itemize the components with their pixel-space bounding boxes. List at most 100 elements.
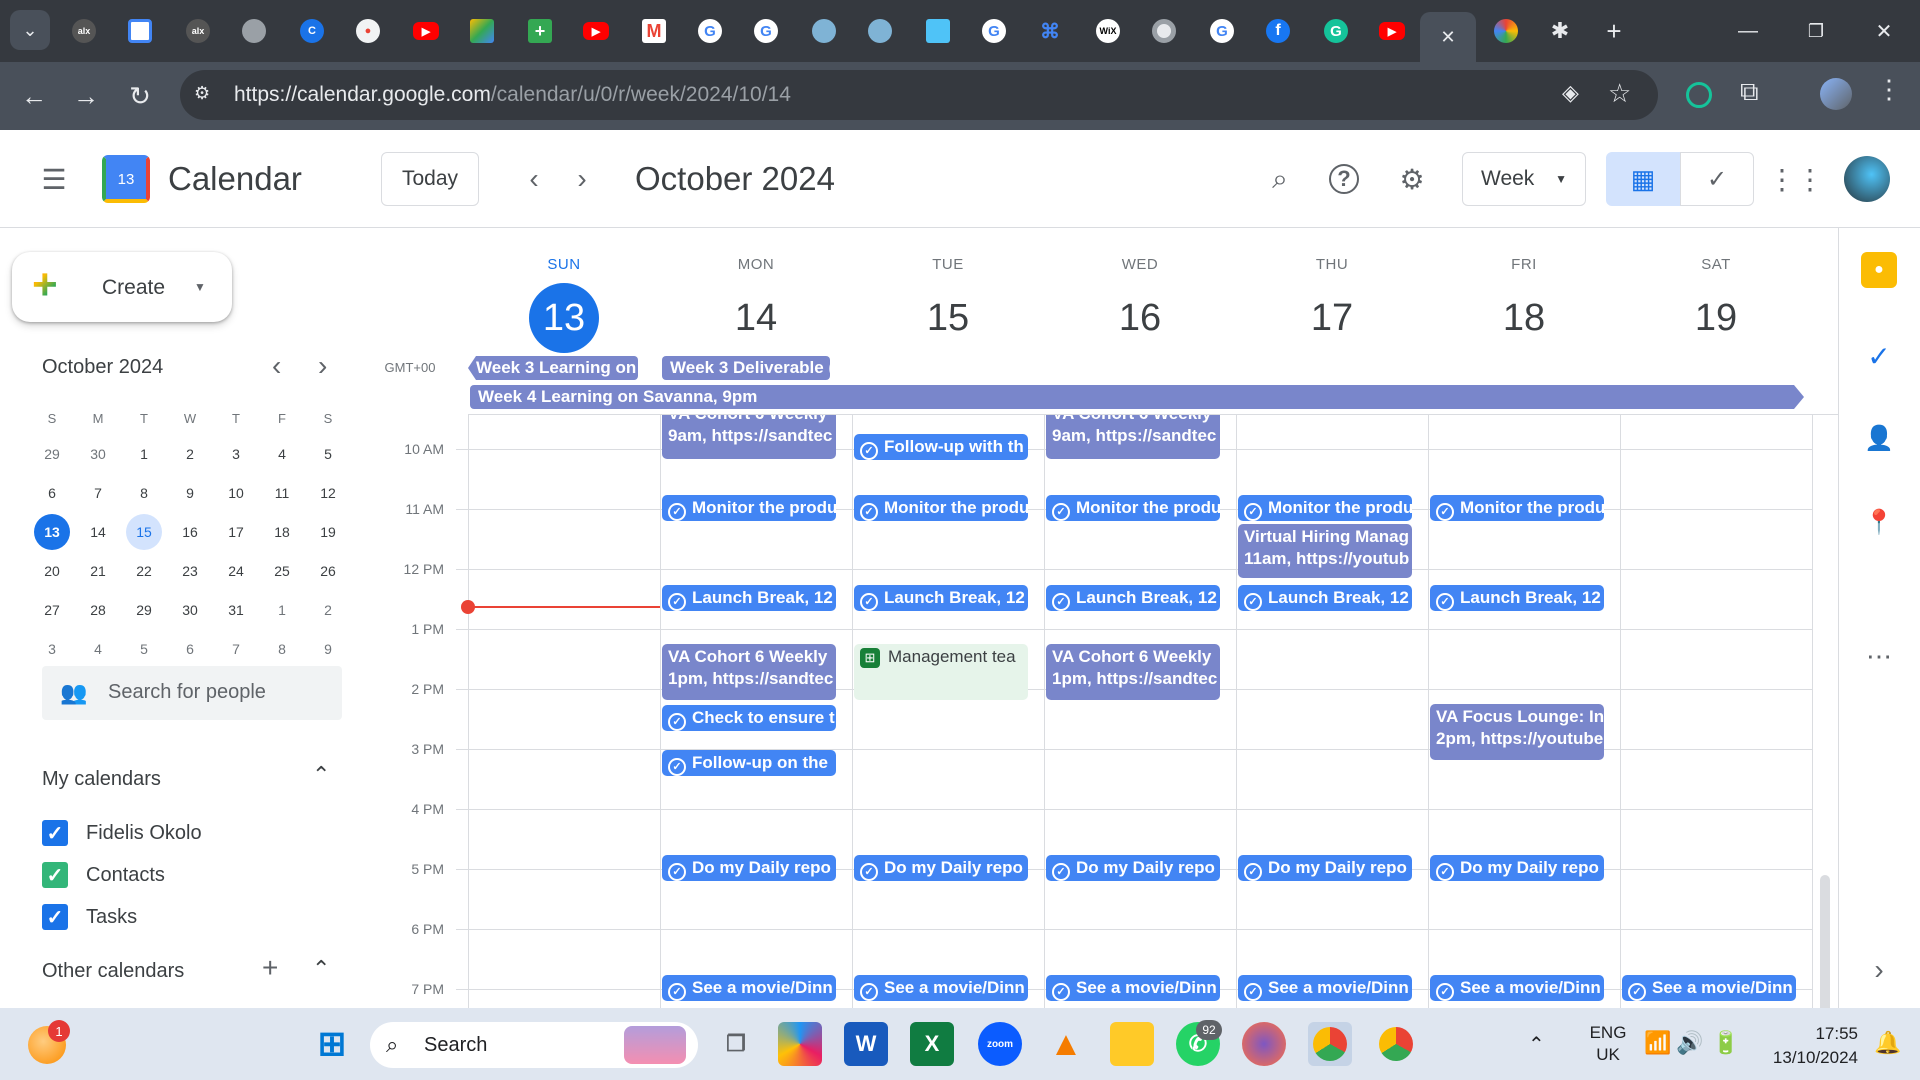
- event-va-cohort-9am[interactable]: VA Cohort 6 Weekly 9am, https://sandtec: [1046, 415, 1220, 459]
- tab-youtube-1[interactable]: ▶: [406, 12, 446, 50]
- allday-event-week3-learning[interactable]: Week 3 Learning on: [468, 356, 638, 380]
- tab-cluster[interactable]: ⌘: [1030, 12, 1070, 50]
- tab-youtube-3[interactable]: ▶: [1372, 12, 1412, 50]
- mini-calendar-day[interactable]: 21: [80, 553, 116, 589]
- lens-icon[interactable]: ◈: [1562, 80, 1579, 106]
- task-view-icon[interactable]: ❐: [714, 1022, 758, 1066]
- collapse-other-calendars-icon[interactable]: ⌃: [312, 956, 330, 982]
- mini-calendar-day[interactable]: 18: [264, 514, 300, 550]
- mini-calendar-day[interactable]: 27: [34, 592, 70, 628]
- day-header[interactable]: FRI 18: [1428, 228, 1620, 353]
- mini-calendar-day[interactable]: 31: [218, 592, 254, 628]
- mini-calendar-day[interactable]: 6: [172, 631, 208, 667]
- tab-google-3[interactable]: G: [974, 12, 1014, 50]
- close-tab-icon[interactable]: ✕: [1440, 27, 1455, 48]
- mini-calendar-day[interactable]: 9: [172, 475, 208, 511]
- tab-sheets[interactable]: +: [520, 12, 560, 50]
- volume-icon[interactable]: 🔊: [1676, 1030, 1703, 1056]
- task-check-ensure[interactable]: ✓ Check to ensure t: [662, 705, 836, 731]
- back-button[interactable]: ←: [12, 74, 56, 118]
- mini-calendar-day[interactable]: 20: [34, 553, 70, 589]
- mini-calendar-day[interactable]: 1: [126, 436, 162, 472]
- chrome-taskbar-2[interactable]: [1374, 1022, 1418, 1066]
- task-see-movie[interactable]: ✓ See a movie/Dinn: [1622, 975, 1796, 1001]
- mini-calendar-day[interactable]: 5: [310, 436, 346, 472]
- mini-prev-month-button[interactable]: ‹: [272, 350, 281, 382]
- forward-button[interactable]: →: [64, 74, 108, 118]
- tab-grammarly[interactable]: G: [1316, 12, 1356, 50]
- tab-google-2[interactable]: G: [746, 12, 786, 50]
- tasks-icon[interactable]: ✓: [1861, 338, 1897, 374]
- battery-icon[interactable]: 🔋: [1712, 1030, 1739, 1056]
- day-header[interactable]: THU 17: [1236, 228, 1428, 353]
- show-hidden-icons[interactable]: ⌃: [1528, 1032, 1545, 1057]
- task-see-movie[interactable]: ✓ See a movie/Dinn: [662, 975, 836, 1001]
- view-select[interactable]: Week ▼: [1462, 152, 1586, 206]
- mini-calendar-day[interactable]: 4: [80, 631, 116, 667]
- task-launch-break[interactable]: ✓ Launch Break, 12: [854, 585, 1028, 611]
- extensions-puzzle-icon[interactable]: ⧉: [1740, 76, 1759, 108]
- day-number[interactable]: 17: [1297, 283, 1367, 353]
- mini-calendar-day[interactable]: 9: [310, 631, 346, 667]
- grid-scrollbar[interactable]: [1820, 875, 1830, 1008]
- task-monitor-product[interactable]: ✓ Monitor the produ: [662, 495, 836, 521]
- mini-calendar-day[interactable]: 12: [310, 475, 346, 511]
- task-see-movie[interactable]: ✓ See a movie/Dinn: [854, 975, 1028, 1001]
- new-tab-button[interactable]: +: [1594, 12, 1634, 50]
- tab-dots[interactable]: ●: [348, 12, 388, 50]
- windows-start-icon[interactable]: ⊞: [310, 1022, 354, 1066]
- reload-button[interactable]: ↻: [118, 74, 162, 118]
- settings-button[interactable]: ⚙: [1388, 155, 1436, 203]
- notifications-bell-icon[interactable]: 🔔: [1874, 1030, 1901, 1056]
- clock[interactable]: 17:55 13/10/2024: [1746, 1022, 1858, 1070]
- mini-calendar-day[interactable]: 11: [264, 475, 300, 511]
- mini-calendar-day[interactable]: 7: [218, 631, 254, 667]
- tab-drive[interactable]: [462, 12, 502, 50]
- task-daily-report[interactable]: ✓ Do my Daily repo: [1238, 855, 1412, 881]
- event-va-cohort-1pm[interactable]: VA Cohort 6 Weekly 1pm, https://sandtec: [1046, 644, 1220, 700]
- mini-calendar-day[interactable]: 5: [126, 631, 162, 667]
- browser-menu-icon[interactable]: ⋮: [1876, 74, 1902, 105]
- search-people-field[interactable]: 👥 Search for people: [42, 666, 342, 720]
- mini-calendar-day[interactable]: 30: [172, 592, 208, 628]
- calendar-list-item[interactable]: ✓ Fidelis Okolo: [42, 820, 202, 846]
- profile-avatar[interactable]: [1820, 78, 1852, 110]
- day-number[interactable]: 19: [1681, 283, 1751, 353]
- mini-calendar-day[interactable]: 26: [310, 553, 346, 589]
- task-follow-up[interactable]: ✓ Follow-up with th: [854, 434, 1028, 460]
- mini-calendar-day[interactable]: 29: [34, 436, 70, 472]
- site-settings-icon[interactable]: ⚙: [194, 83, 210, 104]
- tab-site-1[interactable]: [804, 12, 844, 50]
- day-header[interactable]: SUN 13: [468, 228, 660, 353]
- tab-youtube-2[interactable]: ▶: [576, 12, 616, 50]
- event-va-cohort-9am[interactable]: VA Cohort 6 Weekly 9am, https://sandtec: [662, 415, 836, 459]
- task-launch-break[interactable]: ✓ Launch Break, 12: [1430, 585, 1604, 611]
- mini-calendar-day[interactable]: 3: [218, 436, 254, 472]
- mini-calendar-day[interactable]: 23: [172, 553, 208, 589]
- task-see-movie[interactable]: ✓ See a movie/Dinn: [1046, 975, 1220, 1001]
- event-va-cohort-1pm[interactable]: VA Cohort 6 Weekly 1pm, https://sandtec: [662, 644, 836, 700]
- tab-alx-1[interactable]: alx: [64, 12, 104, 50]
- calendar-view-toggle[interactable]: ▦: [1606, 152, 1680, 206]
- mini-calendar-day[interactable]: 3: [34, 631, 70, 667]
- tab-search-button[interactable]: ⌄: [10, 10, 50, 50]
- taskbar-search[interactable]: ⌕ Search: [370, 1022, 698, 1068]
- expand-panel-icon[interactable]: ›: [1861, 952, 1897, 988]
- mini-calendar-day[interactable]: 13: [34, 514, 70, 550]
- event-management-team[interactable]: ⊞ Management tea: [854, 644, 1028, 700]
- tab-alx-2[interactable]: alx: [178, 12, 218, 50]
- task-monitor-product[interactable]: ✓ Monitor the produ: [1430, 495, 1604, 521]
- task-launch-break[interactable]: ✓ Launch Break, 12: [1046, 585, 1220, 611]
- chrome-taskbar-active[interactable]: [1308, 1022, 1352, 1066]
- event-virtual-hiring[interactable]: Virtual Hiring Manag 11am, https://youtub: [1238, 524, 1412, 578]
- checkbox-checked-icon[interactable]: ✓: [42, 862, 68, 888]
- calendar-list-item[interactable]: ✓ Tasks: [42, 904, 137, 930]
- mini-calendar-day[interactable]: 19: [310, 514, 346, 550]
- keep-icon[interactable]: ●: [1861, 252, 1897, 288]
- tab-google-1[interactable]: G: [690, 12, 730, 50]
- tab-gmail[interactable]: M: [634, 12, 674, 50]
- tab-wix[interactable]: WiX: [1088, 12, 1128, 50]
- task-launch-break[interactable]: ✓ Launch Break, 12: [1238, 585, 1412, 611]
- day-header[interactable]: WED 16: [1044, 228, 1236, 353]
- grammarly-extension-icon[interactable]: [1686, 82, 1712, 108]
